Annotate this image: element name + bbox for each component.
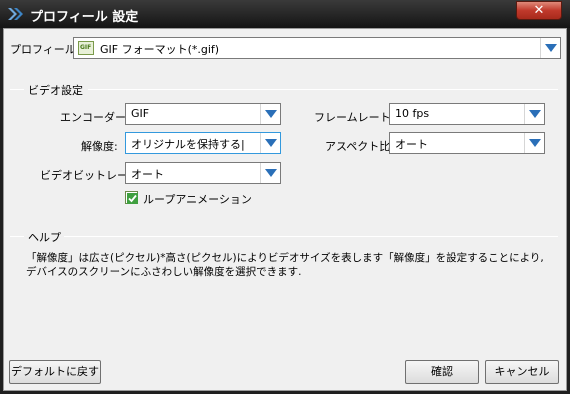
framerate-value: 10 fps	[395, 107, 430, 120]
framerate-select[interactable]: 10 fps	[389, 103, 545, 125]
encoder-value: GIF	[131, 107, 150, 120]
close-button[interactable]: ✕	[516, 1, 562, 20]
help-title: ヘルプ	[28, 231, 61, 244]
aspect-value: オート	[395, 138, 428, 151]
video-section-divider-left	[10, 89, 24, 90]
profile-value: GIF フォーマット(*.gif)	[100, 43, 220, 56]
help-section-divider	[64, 236, 558, 237]
video-section-divider	[88, 89, 558, 90]
checkmark-icon	[127, 193, 138, 204]
loop-animation-label[interactable]: ループアニメーション	[143, 191, 252, 207]
bitrate-select[interactable]: オート	[125, 162, 281, 184]
dialog-body: プロフィール: GIF GIF フォーマット(*.gif) ビデオ設定 エンコー…	[3, 28, 567, 391]
encoder-chevron-down-icon[interactable]	[260, 104, 280, 124]
bitrate-chevron-down-icon[interactable]	[260, 163, 280, 183]
encoder-select[interactable]: GIF	[125, 103, 281, 125]
resolution-select[interactable]: オリジナルを保持する|	[125, 132, 281, 154]
profile-dropdown-chevron-down-icon[interactable]	[540, 38, 560, 58]
encoder-label: エンコーダー:	[60, 111, 130, 124]
loop-animation-checkbox[interactable]	[125, 191, 138, 204]
cancel-button[interactable]: キャンセル	[485, 360, 559, 384]
framerate-label: フレームレート:	[314, 111, 395, 124]
framerate-chevron-down-icon[interactable]	[524, 104, 544, 124]
help-text: 「解像度」は広さ(ピクセル)*高さ(ピクセル)によりビデオサイズを表します「解像…	[26, 252, 544, 278]
gif-file-icon: GIF	[78, 41, 94, 55]
app-logo-icon	[6, 5, 24, 23]
reset-defaults-button[interactable]: デフォルトに戻す	[9, 360, 101, 384]
profile-label: プロフィール:	[10, 43, 80, 56]
aspect-label: アスペクト比:	[325, 140, 394, 153]
ok-button[interactable]: 確認	[405, 360, 479, 384]
profile-settings-dialog: プロフィール 設定 ✕ プロフィール: GIF GIF フォーマット(*.gif…	[0, 0, 570, 394]
resolution-label: 解像度:	[81, 140, 118, 153]
close-icon: ✕	[533, 3, 545, 18]
window-title: プロフィール 設定	[30, 10, 139, 25]
resolution-value[interactable]: オリジナルを保持する|	[131, 136, 245, 152]
help-section-divider-left	[10, 236, 24, 237]
title-bar[interactable]: プロフィール 設定 ✕	[0, 0, 570, 28]
aspect-select[interactable]: オート	[389, 132, 545, 154]
profile-select[interactable]: GIF GIF フォーマット(*.gif)	[73, 37, 561, 59]
bitrate-value: オート	[131, 168, 164, 181]
aspect-chevron-down-icon[interactable]	[524, 133, 544, 153]
video-settings-title: ビデオ設定	[28, 84, 83, 97]
resolution-chevron-down-icon[interactable]	[260, 133, 280, 153]
